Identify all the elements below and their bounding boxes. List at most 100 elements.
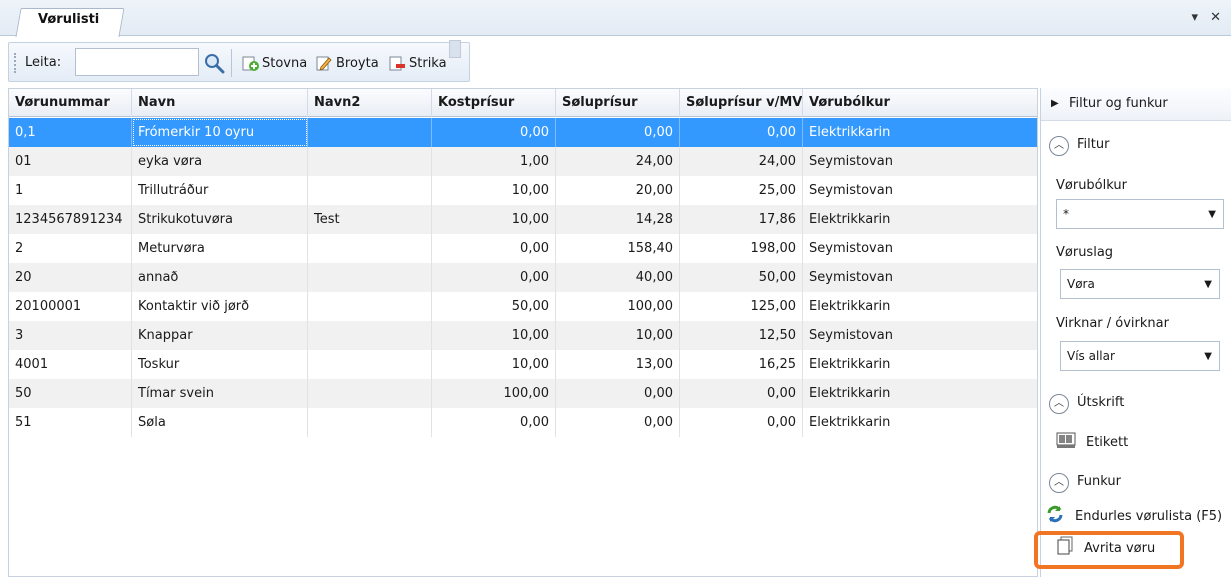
cell-navn2[interactable]: [308, 176, 432, 205]
cell-vorunummar[interactable]: 50: [9, 379, 132, 408]
cell-vorunummar[interactable]: 01: [9, 147, 132, 176]
active-select[interactable]: Vís allar ▼: [1060, 341, 1220, 371]
cell-navn[interactable]: Strikukotuvøra: [132, 205, 308, 234]
cell-kostprisur[interactable]: 100,00: [432, 379, 556, 408]
cell-navn2[interactable]: Test: [308, 205, 432, 234]
cell-navn[interactable]: Frómerkir 10 oyru: [132, 118, 308, 147]
cell-soluprisur[interactable]: 158,40: [556, 234, 680, 263]
table-row[interactable]: 2 Meturvøra 0,00 158,40 198,00 Seymistovan: [9, 234, 1037, 263]
group-select[interactable]: * ▼: [1056, 199, 1224, 229]
column-header-navn2[interactable]: Navn2: [308, 89, 432, 117]
toolbar-grip[interactable]: [14, 53, 17, 73]
cell-navn[interactable]: Søla: [132, 408, 308, 437]
cell-kostprisur[interactable]: 50,00: [432, 292, 556, 321]
table-row[interactable]: 3 Knappar 10,00 10,00 12,50 Seymistovan: [9, 321, 1037, 350]
cell-kostprisur[interactable]: 10,00: [432, 176, 556, 205]
cell-soluprisur-vmvg[interactable]: 125,00: [680, 292, 803, 321]
cell-navn[interactable]: Tímar svein: [132, 379, 308, 408]
cell-soluprisur-vmvg[interactable]: 17,86: [680, 205, 803, 234]
cell-navn[interactable]: Toskur: [132, 350, 308, 379]
filter-panel-header[interactable]: ▶ Filtur og funkur: [1041, 88, 1231, 121]
cell-soluprisur-vmvg[interactable]: 24,00: [680, 147, 803, 176]
cell-kostprisur[interactable]: 10,00: [432, 205, 556, 234]
cell-kostprisur[interactable]: 0,00: [432, 408, 556, 437]
search-input[interactable]: [75, 48, 199, 76]
cell-vorubolkur[interactable]: Seymistovan: [803, 147, 1037, 176]
cell-vorubolkur[interactable]: Elektrikkarin: [803, 205, 1037, 234]
cell-navn2[interactable]: [308, 379, 432, 408]
collapse-print-icon[interactable]: ︿: [1049, 394, 1069, 414]
column-header-soluprisur-vmvg[interactable]: Søluprísur v/MV: [680, 89, 803, 117]
cell-soluprisur-vmvg[interactable]: 50,00: [680, 263, 803, 292]
column-header-vorubolkur[interactable]: Vørubólkur: [803, 89, 1037, 117]
cell-soluprisur-vmvg[interactable]: 198,00: [680, 234, 803, 263]
cell-vorunummar[interactable]: 3: [9, 321, 132, 350]
cell-vorubolkur[interactable]: Elektrikkarin: [803, 408, 1037, 437]
column-header-soluprisur[interactable]: Søluprísur: [556, 89, 680, 117]
table-row[interactable]: 20 annað 0,00 40,00 50,00 Seymistovan: [9, 263, 1037, 292]
cell-vorunummar[interactable]: 20: [9, 263, 132, 292]
search-icon[interactable]: [203, 52, 225, 74]
cell-vorubolkur[interactable]: Elektrikkarin: [803, 350, 1037, 379]
table-row[interactable]: 20100001 Kontaktir við jørð 50,00 100,00 125…: [9, 292, 1037, 321]
cell-vorunummar[interactable]: 0,1: [9, 118, 132, 147]
cell-navn2[interactable]: [308, 292, 432, 321]
cell-vorunummar[interactable]: 20100001: [9, 292, 132, 321]
edit-button[interactable]: Broyta: [315, 52, 379, 74]
cell-kostprisur[interactable]: 0,00: [432, 234, 556, 263]
table-row[interactable]: 4001 Toskur 10,00 13,00 16,25 Elektrikkarin: [9, 350, 1037, 379]
cell-soluprisur-vmvg[interactable]: 12,50: [680, 321, 803, 350]
column-header-vorunummar[interactable]: Vørunummar: [9, 89, 132, 117]
cell-soluprisur[interactable]: 14,28: [556, 205, 680, 234]
create-button[interactable]: Stovna: [241, 52, 307, 74]
cell-kostprisur[interactable]: 0,00: [432, 118, 556, 147]
column-header-kostprisur[interactable]: Kostprísur: [432, 89, 556, 117]
cell-vorunummar[interactable]: 4001: [9, 350, 132, 379]
cell-kostprisur[interactable]: 10,00: [432, 321, 556, 350]
cell-soluprisur[interactable]: 10,00: [556, 321, 680, 350]
table-row[interactable]: 50 Tímar svein 100,00 0,00 0,00 Elektrikkarin: [9, 379, 1037, 408]
cell-vorunummar[interactable]: 2: [9, 234, 132, 263]
cell-vorubolkur[interactable]: Seymistovan: [803, 176, 1037, 205]
cell-navn[interactable]: Meturvøra: [132, 234, 308, 263]
table-row[interactable]: 1234567891234 Strikukotuvøra Test 10,00 14,2…: [9, 205, 1037, 234]
cell-vorubolkur[interactable]: Seymistovan: [803, 234, 1037, 263]
cell-navn2[interactable]: [308, 321, 432, 350]
cell-navn[interactable]: Trillutráður: [132, 176, 308, 205]
table-row[interactable]: 01 eyka vøra 1,00 24,00 24,00 Seymistovan: [9, 147, 1037, 176]
cell-soluprisur-vmvg[interactable]: 0,00: [680, 379, 803, 408]
window-controls[interactable]: ▾ ✕: [1191, 10, 1225, 25]
cell-soluprisur[interactable]: 0,00: [556, 118, 680, 147]
cell-vorunummar[interactable]: 51: [9, 408, 132, 437]
refresh-list-item[interactable]: Endurles vørulista (F5): [1045, 504, 1222, 528]
cell-vorubolkur[interactable]: Seymistovan: [803, 263, 1037, 292]
cell-navn[interactable]: Knappar: [132, 321, 308, 350]
toolbar-overflow-button[interactable]: [449, 40, 461, 58]
cell-vorubolkur[interactable]: Seymistovan: [803, 321, 1037, 350]
cell-vorunummar[interactable]: 1: [9, 176, 132, 205]
cell-soluprisur[interactable]: 100,00: [556, 292, 680, 321]
table-row[interactable]: 51 Søla 0,00 0,00 0,00 Elektrikkarin: [9, 408, 1037, 437]
cell-kostprisur[interactable]: 10,00: [432, 350, 556, 379]
cell-soluprisur[interactable]: 13,00: [556, 350, 680, 379]
cell-soluprisur[interactable]: 0,00: [556, 379, 680, 408]
cell-navn2[interactable]: [308, 147, 432, 176]
cell-navn2[interactable]: [308, 263, 432, 292]
cell-soluprisur[interactable]: 0,00: [556, 408, 680, 437]
cell-kostprisur[interactable]: 1,00: [432, 147, 556, 176]
type-select[interactable]: Vøra ▼: [1060, 269, 1220, 299]
cell-soluprisur-vmvg[interactable]: 16,25: [680, 350, 803, 379]
cell-navn[interactable]: annað: [132, 263, 308, 292]
cell-soluprisur-vmvg[interactable]: 25,00: [680, 176, 803, 205]
cell-navn2[interactable]: [308, 234, 432, 263]
cell-soluprisur-vmvg[interactable]: 0,00: [680, 118, 803, 147]
cell-vorunummar[interactable]: 1234567891234: [9, 205, 132, 234]
cell-navn2[interactable]: [308, 350, 432, 379]
cell-vorubolkur[interactable]: Elektrikkarin: [803, 292, 1037, 321]
table-row[interactable]: 0,1 Frómerkir 10 oyru 0,00 0,00 0,00 Elektrik…: [9, 118, 1037, 147]
cell-soluprisur-vmvg[interactable]: 0,00: [680, 408, 803, 437]
cell-soluprisur[interactable]: 40,00: [556, 263, 680, 292]
label-print-item[interactable]: Etikett: [1056, 431, 1128, 453]
delete-button[interactable]: Strika: [388, 52, 447, 74]
column-header-navn[interactable]: Navn: [132, 89, 308, 117]
